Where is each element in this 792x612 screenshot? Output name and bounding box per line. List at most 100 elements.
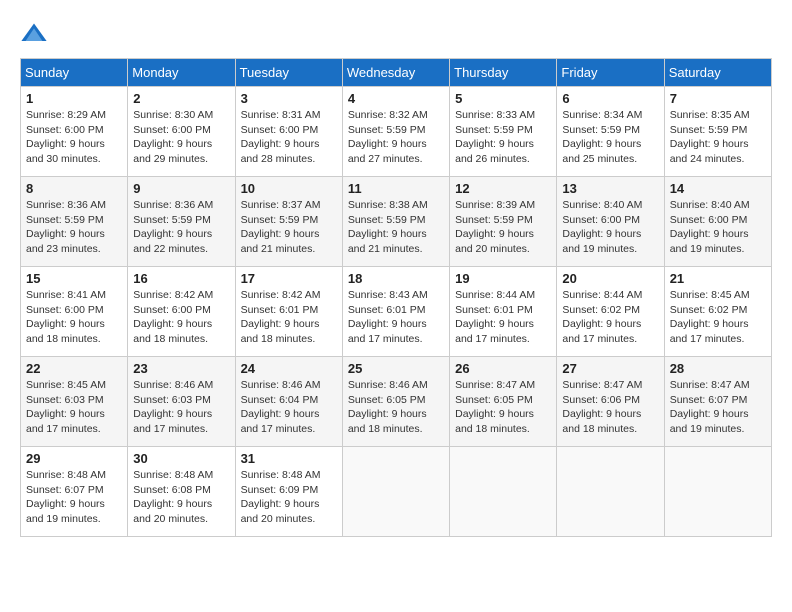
- day-info: Sunrise: 8:39 AM Sunset: 5:59 PM Dayligh…: [455, 198, 551, 257]
- day-number: 28: [670, 361, 766, 376]
- logo: [20, 20, 52, 48]
- day-info: Sunrise: 8:46 AM Sunset: 6:05 PM Dayligh…: [348, 378, 444, 437]
- calendar-cell: 29 Sunrise: 8:48 AM Sunset: 6:07 PM Dayl…: [21, 447, 128, 537]
- day-info: Sunrise: 8:36 AM Sunset: 5:59 PM Dayligh…: [26, 198, 122, 257]
- calendar-week-row: 1 Sunrise: 8:29 AM Sunset: 6:00 PM Dayli…: [21, 87, 772, 177]
- calendar-cell: 9 Sunrise: 8:36 AM Sunset: 5:59 PM Dayli…: [128, 177, 235, 267]
- day-info: Sunrise: 8:38 AM Sunset: 5:59 PM Dayligh…: [348, 198, 444, 257]
- day-number: 10: [241, 181, 337, 196]
- day-number: 3: [241, 91, 337, 106]
- day-number: 13: [562, 181, 658, 196]
- calendar-cell: 8 Sunrise: 8:36 AM Sunset: 5:59 PM Dayli…: [21, 177, 128, 267]
- calendar-cell: 28 Sunrise: 8:47 AM Sunset: 6:07 PM Dayl…: [664, 357, 771, 447]
- day-number: 21: [670, 271, 766, 286]
- calendar-week-row: 15 Sunrise: 8:41 AM Sunset: 6:00 PM Dayl…: [21, 267, 772, 357]
- day-info: Sunrise: 8:46 AM Sunset: 6:03 PM Dayligh…: [133, 378, 229, 437]
- day-info: Sunrise: 8:44 AM Sunset: 6:02 PM Dayligh…: [562, 288, 658, 347]
- calendar-day-header: Sunday: [21, 59, 128, 87]
- calendar-cell: 31 Sunrise: 8:48 AM Sunset: 6:09 PM Dayl…: [235, 447, 342, 537]
- day-info: Sunrise: 8:29 AM Sunset: 6:00 PM Dayligh…: [26, 108, 122, 167]
- calendar-cell: 4 Sunrise: 8:32 AM Sunset: 5:59 PM Dayli…: [342, 87, 449, 177]
- day-info: Sunrise: 8:44 AM Sunset: 6:01 PM Dayligh…: [455, 288, 551, 347]
- day-number: 23: [133, 361, 229, 376]
- day-info: Sunrise: 8:47 AM Sunset: 6:06 PM Dayligh…: [562, 378, 658, 437]
- day-number: 19: [455, 271, 551, 286]
- calendar-header-row: SundayMondayTuesdayWednesdayThursdayFrid…: [21, 59, 772, 87]
- day-number: 26: [455, 361, 551, 376]
- day-number: 17: [241, 271, 337, 286]
- day-number: 9: [133, 181, 229, 196]
- calendar-day-header: Monday: [128, 59, 235, 87]
- day-info: Sunrise: 8:31 AM Sunset: 6:00 PM Dayligh…: [241, 108, 337, 167]
- day-info: Sunrise: 8:40 AM Sunset: 6:00 PM Dayligh…: [562, 198, 658, 257]
- day-number: 20: [562, 271, 658, 286]
- logo-icon: [20, 20, 48, 48]
- day-info: Sunrise: 8:42 AM Sunset: 6:01 PM Dayligh…: [241, 288, 337, 347]
- calendar-cell: 3 Sunrise: 8:31 AM Sunset: 6:00 PM Dayli…: [235, 87, 342, 177]
- day-info: Sunrise: 8:37 AM Sunset: 5:59 PM Dayligh…: [241, 198, 337, 257]
- calendar-cell: 5 Sunrise: 8:33 AM Sunset: 5:59 PM Dayli…: [450, 87, 557, 177]
- day-info: Sunrise: 8:36 AM Sunset: 5:59 PM Dayligh…: [133, 198, 229, 257]
- calendar-week-row: 29 Sunrise: 8:48 AM Sunset: 6:07 PM Dayl…: [21, 447, 772, 537]
- calendar-day-header: Tuesday: [235, 59, 342, 87]
- calendar-cell: 2 Sunrise: 8:30 AM Sunset: 6:00 PM Dayli…: [128, 87, 235, 177]
- day-number: 11: [348, 181, 444, 196]
- day-info: Sunrise: 8:42 AM Sunset: 6:00 PM Dayligh…: [133, 288, 229, 347]
- day-number: 15: [26, 271, 122, 286]
- day-info: Sunrise: 8:41 AM Sunset: 6:00 PM Dayligh…: [26, 288, 122, 347]
- day-number: 8: [26, 181, 122, 196]
- day-number: 29: [26, 451, 122, 466]
- calendar-cell: 27 Sunrise: 8:47 AM Sunset: 6:06 PM Dayl…: [557, 357, 664, 447]
- day-info: Sunrise: 8:43 AM Sunset: 6:01 PM Dayligh…: [348, 288, 444, 347]
- calendar-cell: 16 Sunrise: 8:42 AM Sunset: 6:00 PM Dayl…: [128, 267, 235, 357]
- calendar-cell: 13 Sunrise: 8:40 AM Sunset: 6:00 PM Dayl…: [557, 177, 664, 267]
- calendar-cell: 20 Sunrise: 8:44 AM Sunset: 6:02 PM Dayl…: [557, 267, 664, 357]
- day-number: 18: [348, 271, 444, 286]
- day-number: 14: [670, 181, 766, 196]
- calendar-cell: [557, 447, 664, 537]
- day-number: 25: [348, 361, 444, 376]
- page-header: [20, 20, 772, 48]
- calendar-cell: [664, 447, 771, 537]
- calendar-cell: 17 Sunrise: 8:42 AM Sunset: 6:01 PM Dayl…: [235, 267, 342, 357]
- calendar-day-header: Thursday: [450, 59, 557, 87]
- calendar-table: SundayMondayTuesdayWednesdayThursdayFrid…: [20, 58, 772, 537]
- day-number: 1: [26, 91, 122, 106]
- day-info: Sunrise: 8:30 AM Sunset: 6:00 PM Dayligh…: [133, 108, 229, 167]
- calendar-cell: 19 Sunrise: 8:44 AM Sunset: 6:01 PM Dayl…: [450, 267, 557, 357]
- day-number: 2: [133, 91, 229, 106]
- calendar-day-header: Wednesday: [342, 59, 449, 87]
- calendar-day-header: Saturday: [664, 59, 771, 87]
- calendar-cell: 7 Sunrise: 8:35 AM Sunset: 5:59 PM Dayli…: [664, 87, 771, 177]
- day-info: Sunrise: 8:40 AM Sunset: 6:00 PM Dayligh…: [670, 198, 766, 257]
- calendar-cell: [342, 447, 449, 537]
- day-number: 30: [133, 451, 229, 466]
- day-info: Sunrise: 8:46 AM Sunset: 6:04 PM Dayligh…: [241, 378, 337, 437]
- day-info: Sunrise: 8:33 AM Sunset: 5:59 PM Dayligh…: [455, 108, 551, 167]
- day-number: 27: [562, 361, 658, 376]
- calendar-cell: [450, 447, 557, 537]
- day-number: 7: [670, 91, 766, 106]
- calendar-cell: 6 Sunrise: 8:34 AM Sunset: 5:59 PM Dayli…: [557, 87, 664, 177]
- calendar-cell: 24 Sunrise: 8:46 AM Sunset: 6:04 PM Dayl…: [235, 357, 342, 447]
- day-info: Sunrise: 8:47 AM Sunset: 6:07 PM Dayligh…: [670, 378, 766, 437]
- day-info: Sunrise: 8:45 AM Sunset: 6:02 PM Dayligh…: [670, 288, 766, 347]
- day-info: Sunrise: 8:48 AM Sunset: 6:09 PM Dayligh…: [241, 468, 337, 527]
- calendar-body: 1 Sunrise: 8:29 AM Sunset: 6:00 PM Dayli…: [21, 87, 772, 537]
- day-number: 22: [26, 361, 122, 376]
- calendar-cell: 21 Sunrise: 8:45 AM Sunset: 6:02 PM Dayl…: [664, 267, 771, 357]
- calendar-cell: 26 Sunrise: 8:47 AM Sunset: 6:05 PM Dayl…: [450, 357, 557, 447]
- calendar-cell: 25 Sunrise: 8:46 AM Sunset: 6:05 PM Dayl…: [342, 357, 449, 447]
- day-info: Sunrise: 8:34 AM Sunset: 5:59 PM Dayligh…: [562, 108, 658, 167]
- calendar-cell: 12 Sunrise: 8:39 AM Sunset: 5:59 PM Dayl…: [450, 177, 557, 267]
- calendar-cell: 15 Sunrise: 8:41 AM Sunset: 6:00 PM Dayl…: [21, 267, 128, 357]
- calendar-week-row: 8 Sunrise: 8:36 AM Sunset: 5:59 PM Dayli…: [21, 177, 772, 267]
- calendar-cell: 23 Sunrise: 8:46 AM Sunset: 6:03 PM Dayl…: [128, 357, 235, 447]
- day-info: Sunrise: 8:48 AM Sunset: 6:08 PM Dayligh…: [133, 468, 229, 527]
- day-info: Sunrise: 8:35 AM Sunset: 5:59 PM Dayligh…: [670, 108, 766, 167]
- day-number: 6: [562, 91, 658, 106]
- day-info: Sunrise: 8:48 AM Sunset: 6:07 PM Dayligh…: [26, 468, 122, 527]
- calendar-cell: 22 Sunrise: 8:45 AM Sunset: 6:03 PM Dayl…: [21, 357, 128, 447]
- day-info: Sunrise: 8:47 AM Sunset: 6:05 PM Dayligh…: [455, 378, 551, 437]
- day-number: 31: [241, 451, 337, 466]
